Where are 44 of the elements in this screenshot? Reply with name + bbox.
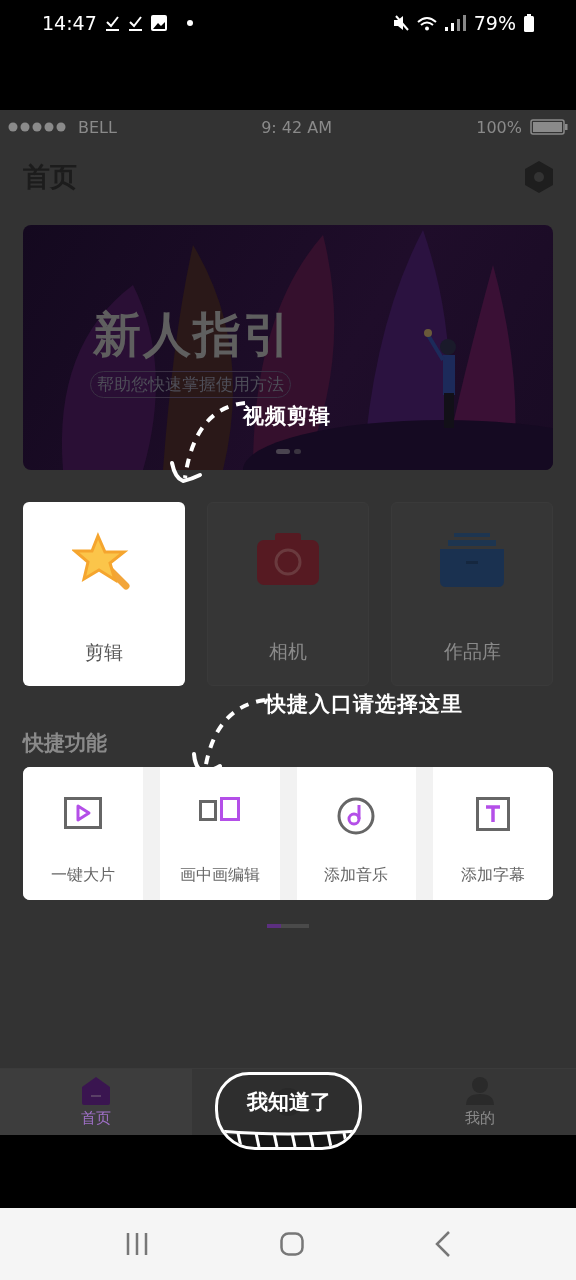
feature-card[interactable]: 剪辑 <box>23 502 185 686</box>
drawer-icon <box>440 533 504 587</box>
quick-action-label: 一键大片 <box>50 865 115 886</box>
guide-hint: 视频剪辑 <box>243 403 331 430</box>
tab-label: 首页 <box>81 1109 111 1128</box>
camera-icon <box>257 533 319 585</box>
mute-icon <box>392 14 409 32</box>
section-title: 快捷功能 <box>23 731 108 755</box>
app-battery-icon <box>530 119 568 135</box>
quick-action[interactable]: 添加音乐 <box>296 767 417 900</box>
check-icon <box>104 14 120 32</box>
quick-action[interactable]: 一键大片 <box>23 767 143 900</box>
card-label: 作品库 <box>443 639 501 664</box>
card-label: 相机 <box>269 639 307 664</box>
feature-card[interactable]: 相机 <box>207 502 369 686</box>
split-panels-icon <box>198 797 241 821</box>
text-icon <box>476 797 511 831</box>
quick-action[interactable]: 画中画编辑 <box>159 767 280 900</box>
guide-hint: 快捷入口请选择这里 <box>265 691 463 718</box>
back-icon[interactable] <box>434 1231 451 1257</box>
home-button-icon[interactable] <box>280 1232 304 1256</box>
app-status-time: 9: 42 AM <box>261 117 332 137</box>
quick-action-label: 添加字幕 <box>461 865 526 886</box>
feature-card[interactable]: 作品库 <box>391 502 553 686</box>
image-icon <box>150 15 167 31</box>
play-icon <box>63 797 102 829</box>
check-icon <box>127 14 143 32</box>
quick-action[interactable]: 添加字幕 <box>433 767 553 900</box>
recent-apps-icon[interactable] <box>125 1232 150 1256</box>
home-icon <box>81 1076 111 1106</box>
card-label: 剪辑 <box>85 640 123 665</box>
music-note-icon <box>337 797 376 835</box>
battery-icon <box>524 14 534 32</box>
banner-title: 新人指引 <box>93 305 293 364</box>
tab-label: 我的 <box>465 1109 495 1128</box>
signal-icon <box>444 15 466 31</box>
status-time: 14:47 <box>42 12 97 34</box>
battery-percent: 79% <box>473 12 516 34</box>
dot-icon <box>186 20 193 26</box>
quick-action-label: 添加音乐 <box>324 865 389 886</box>
quick-action-label: 画中画编辑 <box>179 865 260 886</box>
app-battery-percent: 100% <box>476 117 522 137</box>
wifi-icon <box>416 15 437 31</box>
carrier-name: BELL <box>78 117 117 137</box>
